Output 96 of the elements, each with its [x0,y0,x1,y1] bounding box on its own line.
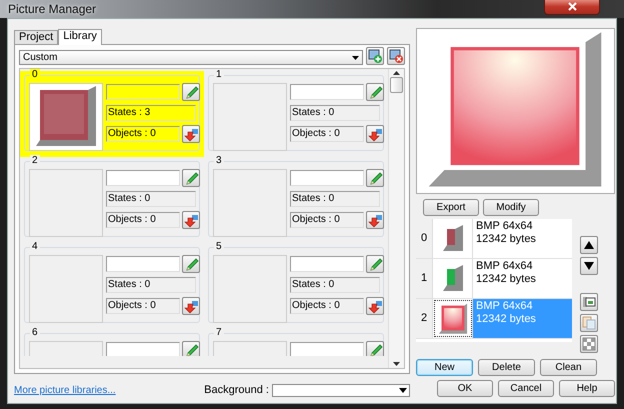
name-field[interactable] [290,342,364,356]
pencil-icon [184,256,198,272]
export-objects-button[interactable] [366,125,384,143]
objects-field: Objects : 0 [106,298,180,314]
move-down-button[interactable] [580,257,598,275]
dropdown-value: Custom [23,51,58,65]
checker-icon [582,337,596,351]
action-button[interactable]: Clean [540,359,597,376]
arrow-down-icon [184,212,198,228]
states-field: States : 0 [290,105,380,121]
pencil-icon [184,170,198,186]
dialog-button[interactable]: Help [559,380,615,397]
scroll-thumb[interactable] [390,77,403,93]
export-objects-button[interactable] [366,211,384,229]
image-format: BMP 64x64 [476,260,534,273]
close-button[interactable] [544,0,600,15]
action-button[interactable]: New [416,359,473,376]
dialog-button[interactable]: OK [437,380,493,397]
states-field: States : 0 [290,277,380,293]
arrow-down-icon [368,298,382,314]
image-size: 12342 bytes [476,313,537,326]
export-objects-button[interactable] [182,297,200,315]
image-button[interactable]: Export [423,199,479,216]
scrollbar[interactable] [388,69,404,368]
action-button[interactable]: Delete [478,359,535,376]
tab[interactable]: Project [14,30,58,44]
caret-icon [397,386,409,394]
export-objects-button[interactable] [366,297,384,315]
edit-button[interactable] [182,255,200,273]
image-size: 12342 bytes [476,233,537,246]
dialog-button[interactable]: Cancel [498,380,554,397]
image-size: 12342 bytes [476,273,537,286]
image-plus-icon [368,49,382,63]
edit-button[interactable] [366,169,384,187]
states-field: States : 0 [106,191,196,207]
name-field[interactable] [290,84,364,100]
edit-button[interactable] [182,341,200,356]
pencil-icon [368,342,382,356]
window-title: Picture Manager [8,1,96,18]
pencil-icon [184,84,198,100]
row-index: 2 [416,299,433,338]
name-field[interactable] [106,342,180,356]
copy-icon [582,316,596,330]
arrow-down-icon [368,126,382,142]
states-field: States : 3 [106,105,196,121]
picture-slot[interactable]: States : 3 Objects : 0 0 [20,71,204,157]
close-icon [568,2,576,11]
image-format: BMP 64x64 [476,300,534,313]
caret-icon [352,56,359,60]
scroll-up-icon[interactable] [393,71,400,75]
name-field[interactable] [106,170,180,186]
name-field[interactable] [290,170,364,186]
edit-button[interactable] [366,83,384,101]
arrow-down-icon [184,298,198,314]
states-field: States : 0 [290,191,380,207]
objects-field: Objects : 0 [290,212,364,228]
pencil-icon [368,170,382,186]
objects-field: Objects : 0 [106,126,180,142]
row-index: 0 [416,219,433,258]
transparency-button[interactable] [580,335,598,353]
objects-field: Objects : 0 [290,126,364,142]
tab[interactable]: Library [58,29,102,45]
arrow-down-icon [368,212,382,228]
pencil-icon [184,342,198,356]
arrow-down-icon [184,126,198,142]
export-objects-button[interactable] [182,125,200,143]
image-icon [582,295,596,309]
objects-field: Objects : 0 [106,212,180,228]
copy-button[interactable] [580,314,598,332]
remove-library-button[interactable] [387,47,405,65]
edit-button[interactable] [366,341,384,356]
move-up-button[interactable] [580,236,598,254]
scroll-down-icon[interactable] [393,362,400,366]
edit-button[interactable] [182,83,200,101]
states-field: States : 0 [106,277,196,293]
background-label: Background : [204,383,269,398]
row-index: 1 [416,259,433,298]
add-library-button[interactable] [366,47,384,65]
name-field[interactable] [106,256,180,272]
objects-field: Objects : 0 [290,298,364,314]
export-objects-button[interactable] [182,211,200,229]
name-field[interactable] [106,84,180,100]
image-remove-icon [389,49,403,63]
pencil-icon [368,84,382,100]
library-dropdown[interactable]: Custom [19,50,363,65]
image-row[interactable]: 1 BMP 64x64 12342 bytes [416,259,572,299]
more-libraries-link[interactable]: More picture libraries... [14,382,116,398]
import-button[interactable] [580,293,598,311]
image-row[interactable]: 0 BMP 64x64 12342 bytes [416,219,572,259]
pencil-icon [368,256,382,272]
edit-button[interactable] [182,169,200,187]
image-format: BMP 64x64 [476,220,534,233]
name-field[interactable] [290,256,364,272]
edit-button[interactable] [366,255,384,273]
image-button[interactable]: Modify [483,199,539,216]
background-color-picker[interactable] [272,384,410,397]
